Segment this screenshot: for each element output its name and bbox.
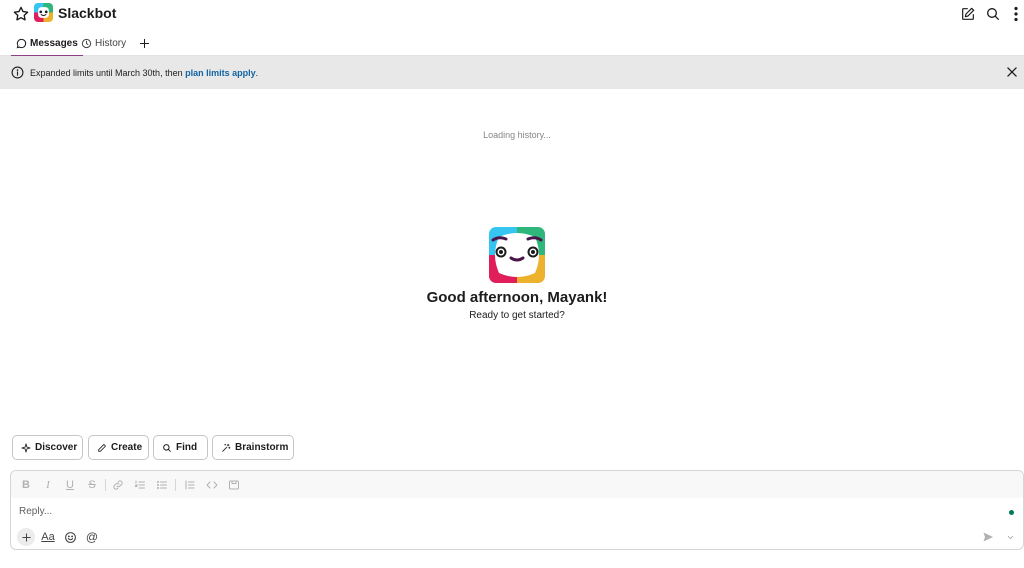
discover-button[interactable]: Discover [12,435,83,460]
sparkle-icon [21,442,31,453]
add-tab-icon[interactable] [136,35,152,51]
banner-text: Expanded limits until March 30th, then [30,68,186,78]
clock-icon [81,38,92,49]
online-status-dot [1009,510,1014,515]
formatting-toggle-button[interactable]: Aa [39,528,57,546]
info-icon [11,66,24,79]
more-vertical-icon[interactable] [1008,4,1024,24]
chevron-down-icon[interactable] [1001,528,1019,546]
bulleted-list-icon[interactable] [155,478,169,492]
plan-limits-link[interactable]: plan limits apply [185,68,256,78]
strikethrough-icon[interactable]: S [85,478,99,492]
link-icon[interactable] [111,478,125,492]
italic-icon[interactable]: I [41,478,55,492]
message-icon [16,38,27,49]
reply-input[interactable] [19,503,999,519]
star-icon[interactable] [12,5,30,23]
magic-wand-icon [221,443,231,453]
header: Slackbot [0,0,1024,28]
tab-messages[interactable]: Messages [11,30,83,57]
greeting-heading: Good afternoon, Mayank! [426,289,608,306]
pencil-icon [97,443,107,453]
compose-icon[interactable] [958,4,978,24]
message-composer: B I U S Reply... Aa @ [10,470,1024,550]
slackbot-avatar [489,227,545,283]
discover-label: Discover [35,442,78,453]
formatting-toolbar: B I U S [11,471,1023,498]
attach-button[interactable] [17,528,35,546]
ordered-list-icon[interactable] [133,478,147,492]
underline-icon[interactable]: U [63,478,77,492]
toolbar-divider [175,479,176,491]
find-label: Find [176,442,198,453]
code-block-icon[interactable] [227,478,241,492]
search-icon[interactable] [983,4,1003,24]
bold-icon[interactable]: B [19,478,33,492]
code-icon[interactable] [205,478,219,492]
plus-icon [21,532,31,542]
create-button[interactable]: Create [88,435,149,460]
greeting-subtitle: Ready to get started? [469,310,565,321]
find-button[interactable]: Find [153,435,208,460]
banner-suffix: . [255,68,259,78]
emoji-icon[interactable] [61,528,79,546]
create-label: Create [111,442,143,453]
app-title[interactable]: Slackbot [58,4,116,22]
close-icon[interactable] [1005,65,1019,79]
tab-bar: Messages History [0,30,1024,57]
tab-history[interactable]: History [81,30,126,56]
send-icon[interactable] [979,528,997,546]
mention-button[interactable]: @ [83,528,101,546]
tab-history-label: History [95,37,127,49]
tab-messages-label: Messages [30,37,78,49]
toolbar-divider [105,479,106,491]
search-icon [162,443,172,453]
brainstorm-label: Brainstorm [235,442,289,453]
plan-limits-banner: Expanded limits until March 30th, then p… [0,56,1024,89]
blockquote-icon[interactable] [183,478,197,492]
brainstorm-button[interactable]: Brainstorm [212,435,294,460]
loading-status: Loading history... [483,130,551,140]
banner-message: Expanded limits until March 30th, then p… [30,67,258,79]
slackbot-logo [34,3,53,22]
